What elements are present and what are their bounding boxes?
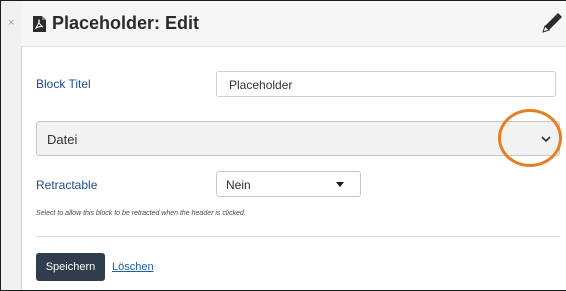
delete-link[interactable]: Löschen bbox=[112, 261, 154, 273]
save-button[interactable]: Speichern bbox=[36, 253, 105, 281]
block-titel-label: Block Titel bbox=[36, 77, 91, 91]
datei-select[interactable]: Datei bbox=[36, 121, 560, 156]
retractable-label: Retractable bbox=[36, 178, 98, 192]
caret-down-icon bbox=[336, 182, 344, 187]
block-titel-input[interactable]: Placeholder bbox=[216, 71, 556, 97]
highlight-circle bbox=[498, 109, 562, 167]
close-icon[interactable]: × bbox=[8, 17, 14, 29]
pdf-file-icon bbox=[33, 16, 46, 32]
left-gutter: × bbox=[1, 1, 22, 290]
divider bbox=[36, 236, 560, 237]
datei-select-value: Datei bbox=[47, 132, 78, 147]
retractable-select-value: Nein bbox=[226, 178, 251, 192]
modal-header: Placeholder: Edit bbox=[21, 1, 566, 47]
pencil-icon[interactable] bbox=[540, 11, 562, 35]
modal-title: Placeholder: Edit bbox=[52, 13, 200, 33]
retractable-select[interactable]: Nein bbox=[216, 171, 361, 197]
retractable-hint: Select to allow this block to be retract… bbox=[36, 210, 246, 217]
